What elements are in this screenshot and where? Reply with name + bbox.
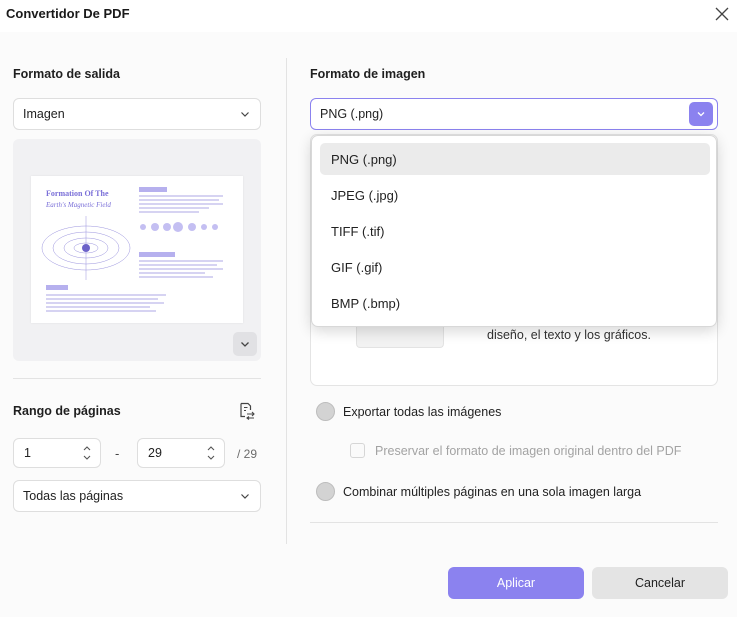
right-divider [310, 522, 718, 523]
page-thumbnail: Formation Of The Earth's Magnetic Field [31, 176, 243, 323]
preserve-format-checkbox [350, 443, 365, 458]
export-all-radio[interactable] [316, 402, 335, 421]
left-divider [13, 378, 261, 379]
export-all-label: Exportar todas las imágenes [343, 404, 502, 419]
range-to-value: 29 [148, 446, 162, 460]
export-all-images-option[interactable]: Exportar todas las imágenes [316, 402, 501, 421]
page-thumbnail-graphic: Formation Of The Earth's Magnetic Field [41, 187, 223, 312]
combine-pages-option[interactable]: Combinar múltiples páginas en una sola i… [316, 482, 641, 501]
format-info-text: diseño, el texto y los gráficos. [487, 328, 651, 342]
pdf-converter-dialog: Convertidor De PDF Formato de salida Ima… [0, 0, 737, 617]
chevron-down-icon [240, 109, 250, 119]
range-total-pages: / 29 [237, 447, 258, 461]
option-bmp[interactable]: BMP (.bmp) [320, 287, 710, 319]
preview-title-line2: Earth's Magnetic Field [45, 201, 111, 209]
titlebar: Convertidor De PDF [0, 0, 737, 30]
range-separator: - [115, 446, 120, 461]
image-format-value: PNG (.png) [320, 107, 384, 121]
image-format-dropdown-button[interactable] [689, 102, 713, 126]
image-format-select[interactable]: PNG (.png) [310, 98, 718, 130]
page-range-icon[interactable] [236, 401, 256, 421]
output-format-select[interactable]: Imagen [13, 98, 261, 130]
option-png[interactable]: PNG (.png) [320, 143, 710, 175]
close-icon [715, 7, 729, 21]
page-range-heading: Rango de páginas [13, 404, 121, 418]
range-mode-select[interactable]: Todas las páginas [13, 480, 261, 512]
chevron-down-icon [697, 112, 705, 117]
spinner-arrows-icon[interactable] [206, 443, 216, 463]
cancel-button[interactable]: Cancelar [592, 567, 728, 599]
chevron-down-icon [241, 342, 249, 347]
range-to-input[interactable]: 29 [137, 438, 225, 468]
combine-pages-label: Combinar múltiples páginas en una sola i… [343, 484, 642, 499]
preserve-format-option: Preservar el formato de imagen original … [350, 443, 681, 458]
page-preview-area: Formation Of The Earth's Magnetic Field [13, 139, 261, 361]
apply-button[interactable]: Aplicar [448, 567, 584, 599]
preview-toggle-button[interactable] [233, 332, 257, 356]
option-gif[interactable]: GIF (.gif) [320, 251, 710, 283]
close-button[interactable] [711, 3, 733, 25]
image-format-dropdown-list: PNG (.png) JPEG (.jpg) TIFF (.tif) GIF (… [311, 135, 717, 327]
image-format-heading: Formato de imagen [310, 67, 426, 81]
preview-title-line1: Formation Of The [46, 189, 109, 198]
output-format-heading: Formato de salida [13, 67, 120, 81]
range-from-value: 1 [24, 446, 31, 460]
column-divider [286, 58, 287, 544]
preserve-format-label: Preservar el formato de imagen original … [375, 443, 682, 458]
spinner-arrows-icon[interactable] [82, 443, 92, 463]
window-title: Convertidor De PDF [6, 6, 130, 21]
range-from-input[interactable]: 1 [13, 438, 101, 468]
combine-pages-radio[interactable] [316, 482, 335, 501]
chevron-down-icon [240, 491, 250, 501]
option-tiff[interactable]: TIFF (.tif) [320, 215, 710, 247]
range-mode-value: Todas las páginas [23, 489, 124, 503]
output-format-value: Imagen [23, 107, 65, 121]
option-jpeg[interactable]: JPEG (.jpg) [320, 179, 710, 211]
